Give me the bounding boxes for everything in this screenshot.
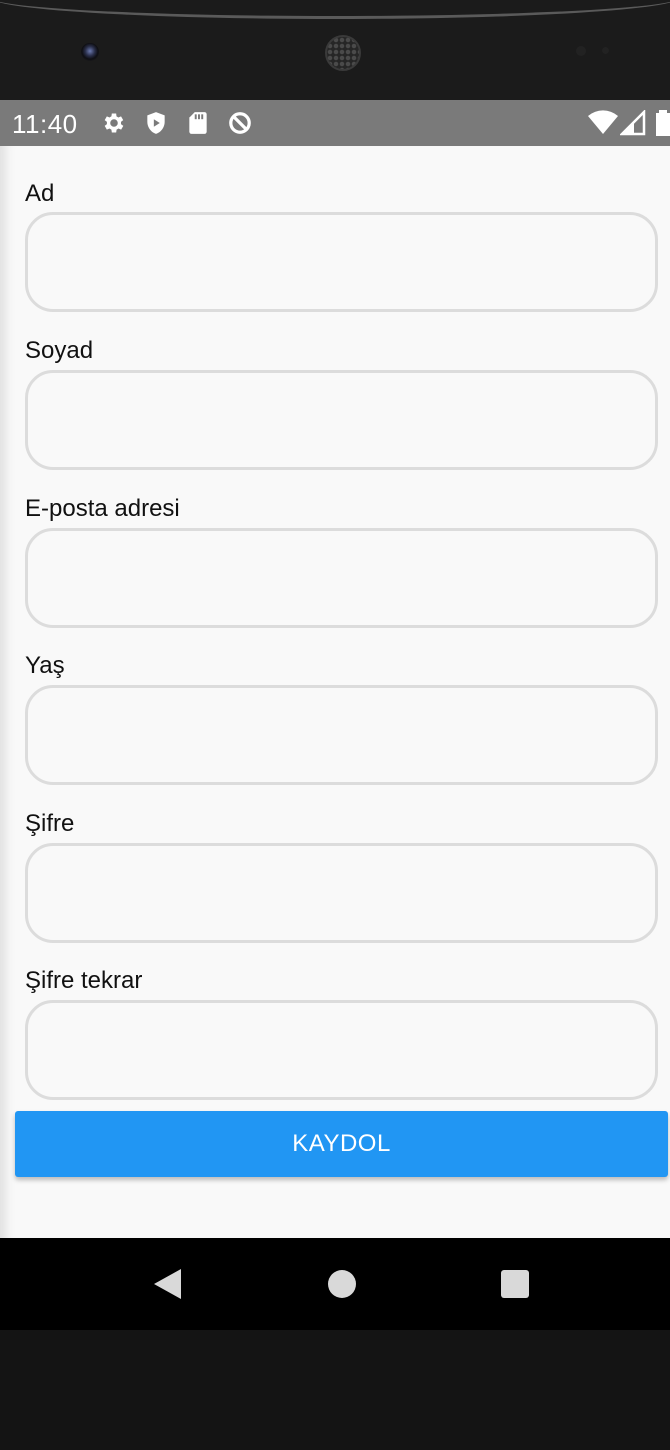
- proximity-sensor-icon: [576, 46, 586, 56]
- first-name-label: Ad: [25, 180, 55, 207]
- earpiece-speaker-icon: [325, 35, 361, 71]
- email-label: E-posta adresi: [25, 495, 180, 522]
- password-label: Şifre: [25, 810, 75, 837]
- sd-card-icon: [185, 110, 211, 136]
- email-input[interactable]: [25, 528, 658, 628]
- device-top-bezel: [0, 0, 670, 100]
- first-name-input[interactable]: [25, 212, 658, 312]
- age-input[interactable]: [25, 685, 658, 785]
- device-bottom-bezel: [0, 1330, 670, 1450]
- password-input[interactable]: [25, 843, 658, 943]
- password-confirm-label: Şifre tekrar: [25, 967, 143, 994]
- age-label: Yaş: [25, 652, 65, 679]
- status-time: 11:40: [12, 109, 78, 139]
- last-name-label: Soyad: [25, 337, 94, 364]
- navigation-bar: [0, 1238, 670, 1330]
- battery-icon: [656, 110, 670, 141]
- settings-icon: [101, 110, 127, 136]
- wifi-icon: [588, 110, 618, 141]
- bezel-edge: [0, 0, 670, 19]
- back-icon[interactable]: [122, 1238, 214, 1330]
- data-saver-icon: [227, 110, 253, 136]
- last-name-input[interactable]: [25, 370, 658, 470]
- home-icon[interactable]: [296, 1238, 388, 1330]
- cell-signal-icon: [618, 108, 646, 141]
- front-camera-icon: [81, 43, 99, 61]
- status-bar: 11:40: [0, 100, 670, 146]
- registration-screen: Ad Soyad E-posta adresi Yaş Şifre Şifre …: [0, 146, 670, 1238]
- password-confirm-input[interactable]: [25, 1000, 658, 1100]
- register-button[interactable]: KAYDOL: [15, 1111, 668, 1177]
- light-sensor-icon: [602, 47, 609, 54]
- recents-icon[interactable]: [469, 1238, 561, 1330]
- play-protect-icon: [143, 110, 169, 136]
